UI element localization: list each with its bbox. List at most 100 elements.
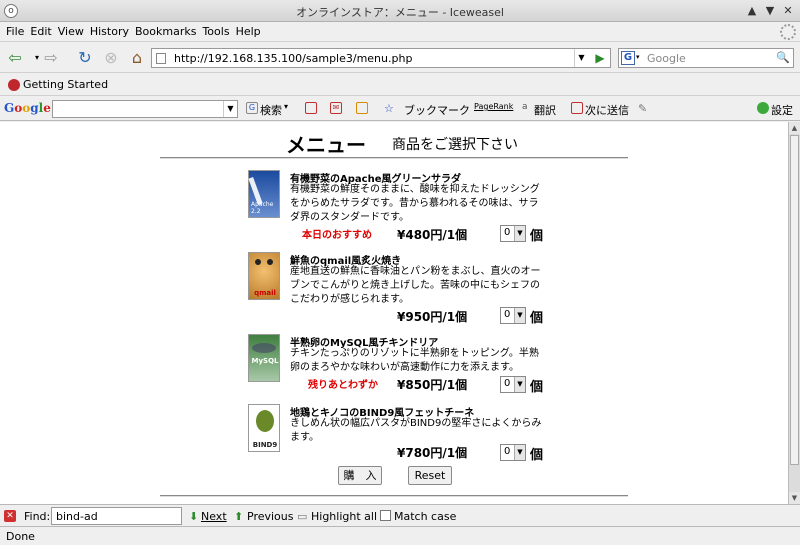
find-next-button[interactable]: Next xyxy=(201,510,227,523)
reset-button[interactable]: Reset xyxy=(408,466,452,485)
item-price: ¥780円/1個 xyxy=(397,446,468,460)
page-content: メニュー 商品をご選択下さい Apache 2.2 有機野菜のApache風グリ… xyxy=(0,122,788,504)
menu-bar: File Edit View History Bookmarks Tools Help xyxy=(0,22,800,42)
chevron-down-icon: ▼ xyxy=(514,445,525,460)
translate-icon: a xyxy=(522,102,528,112)
minimize-button[interactable]: ▲ xyxy=(744,3,760,19)
highlight-all-button[interactable]: Highlight all xyxy=(311,510,377,523)
item-description: 産地直送の鮮魚に香味油とパン粉をまぶし、直火のオーブンでこんがりと焼き上げした。… xyxy=(290,266,541,305)
quantity-select[interactable]: 0 ▼ xyxy=(500,307,526,324)
menu-item: Apache 2.2 有機野菜のApache風グリーンサラダ 有機野菜の鮮度その… xyxy=(0,170,788,250)
search-engine-icon[interactable]: G xyxy=(621,51,635,65)
mysql-logo-icon: MySQL xyxy=(248,334,280,382)
page-title: メニュー xyxy=(286,133,366,157)
news-icon[interactable] xyxy=(305,102,317,114)
google-logo[interactable]: Google xyxy=(4,101,51,115)
bookmark-star-icon[interactable]: ☆ xyxy=(384,102,394,115)
item-price: ¥950円/1個 xyxy=(397,310,468,324)
google-bookmarks-button[interactable]: ブックマーク xyxy=(404,102,470,118)
bind9-logo-icon: BIND9 xyxy=(248,404,280,452)
navigation-toolbar: ⇦ ▾ ⇨ ↻ ⊗ ⌂ http://192.168.135.100/sampl… xyxy=(0,43,800,73)
down-arrow-icon[interactable]: ⬇ xyxy=(189,510,198,523)
vertical-scrollbar[interactable]: ▲ ▼ xyxy=(788,122,800,504)
google-toolbar: Google ▼ G 検索 ▾ ✉ ☆ ブックマーク PageRank a 翻訳… xyxy=(0,97,800,121)
translate-button[interactable]: 翻訳 xyxy=(534,102,556,118)
send-to-button[interactable]: 次に送信 xyxy=(585,102,629,118)
page-favicon-icon xyxy=(156,53,166,64)
popup-blocker-icon[interactable]: ✉ xyxy=(330,102,342,114)
send-to-icon[interactable] xyxy=(571,102,583,114)
stop-icon[interactable]: ⊗ xyxy=(100,48,122,68)
apache-logo-icon: Apache 2.2 xyxy=(248,170,280,218)
bookmark-getting-started[interactable]: Getting Started xyxy=(23,78,108,91)
scroll-down-icon[interactable]: ▼ xyxy=(789,492,800,504)
scrollbar-thumb[interactable] xyxy=(790,135,799,465)
pagerank-indicator[interactable]: PageRank xyxy=(474,102,513,111)
google-search-icon[interactable]: G xyxy=(246,102,258,114)
page-subtitle: 商品をご選択下さい xyxy=(392,137,518,153)
chevron-down-icon: ▼ xyxy=(514,226,525,241)
status-bar: Done xyxy=(0,526,800,545)
menu-help[interactable]: Help xyxy=(236,25,261,38)
bottom-divider xyxy=(160,495,628,497)
pencil-icon[interactable]: ✎ xyxy=(638,102,647,115)
bookmarks-toolbar: Getting Started xyxy=(0,74,800,96)
highlight-icon[interactable]: ▭ xyxy=(297,510,307,523)
autofill-icon[interactable] xyxy=(356,102,368,114)
find-previous-button[interactable]: Previous xyxy=(247,510,294,523)
getting-started-icon xyxy=(8,79,20,91)
up-arrow-icon[interactable]: ⬆ xyxy=(234,510,243,523)
menu-history[interactable]: History xyxy=(90,25,129,38)
chevron-down-icon: ▼ xyxy=(514,308,525,323)
url-dropdown-icon[interactable]: ▼ xyxy=(574,49,588,67)
status-text: Done xyxy=(6,530,35,543)
search-engine-dropdown-icon[interactable]: ▾ xyxy=(636,53,640,61)
menu-tools[interactable]: Tools xyxy=(202,25,229,38)
find-bar: ✕ Find: bind-ad ⬇ Next ⬆ Previous ▭ High… xyxy=(0,504,800,526)
window-titlebar: o オンラインストア：メニュー - Iceweasel ▲ ▼ ✕ xyxy=(0,0,800,22)
menu-bookmarks[interactable]: Bookmarks xyxy=(135,25,196,38)
chevron-down-icon: ▼ xyxy=(514,377,525,392)
item-unit: 個 xyxy=(530,380,544,395)
url-text[interactable]: http://192.168.135.100/sample3/menu.php xyxy=(174,52,412,65)
search-dropdown-icon[interactable]: ▾ xyxy=(284,102,288,111)
go-arrow-icon[interactable]: ▶ xyxy=(592,50,608,66)
find-input[interactable]: bind-ad xyxy=(51,507,182,525)
window-title: オンラインストア：メニュー - Iceweasel xyxy=(296,6,504,19)
menu-item: BIND9 地鶏とキノコのBIND9風フェットチーネ きしめん状の幅広パスタがB… xyxy=(0,404,788,484)
menu-file[interactable]: File xyxy=(6,25,24,38)
match-case-checkbox[interactable] xyxy=(380,510,391,521)
item-unit: 個 xyxy=(530,229,544,244)
menu-edit[interactable]: Edit xyxy=(30,25,51,38)
item-description: 有機野菜の鮮度そのままに、酸味を抑えたドレッシングをからめたサラダです。昔から慕… xyxy=(290,184,540,223)
reload-icon[interactable]: ↻ xyxy=(74,48,96,68)
close-findbar-icon[interactable]: ✕ xyxy=(4,510,16,522)
quantity-select[interactable]: 0 ▼ xyxy=(500,376,526,393)
google-search-button[interactable]: 検索 xyxy=(260,102,282,118)
menu-view[interactable]: View xyxy=(58,25,84,38)
scroll-up-icon[interactable]: ▲ xyxy=(789,122,800,134)
match-case-label[interactable]: Match case xyxy=(394,510,456,523)
item-description: チキンたっぷりのリゾットに半熟卵をトッピング。半熟卵のまろやかな味わいが高速動作… xyxy=(290,348,539,373)
forward-arrow-icon[interactable]: ⇨ xyxy=(40,48,62,68)
home-icon[interactable]: ⌂ xyxy=(126,48,148,68)
google-search-input[interactable]: ▼ xyxy=(52,100,238,118)
close-window-button[interactable]: ✕ xyxy=(780,3,796,19)
url-bar[interactable]: http://192.168.135.100/sample3/menu.php … xyxy=(151,48,611,68)
quantity-select[interactable]: 0 ▼ xyxy=(500,225,526,242)
recommend-badge: 本日のおすすめ xyxy=(302,230,372,241)
search-icon[interactable]: 🔍 xyxy=(776,51,790,64)
quantity-select[interactable]: 0 ▼ xyxy=(500,444,526,461)
back-arrow-icon[interactable]: ⇦ xyxy=(4,48,26,68)
search-box[interactable]: G ▾ Google 🔍 xyxy=(618,48,794,68)
menu-item: MySQL 半熟卵のMySQL風チキンドリア チキンたっぷりのリゾットに半熟卵を… xyxy=(0,334,788,414)
item-unit: 個 xyxy=(530,448,544,463)
google-history-dropdown-icon[interactable]: ▼ xyxy=(223,101,237,117)
qmail-logo-icon: qmail xyxy=(248,252,280,300)
maximize-button[interactable]: ▼ xyxy=(762,3,778,19)
settings-button[interactable]: 設定 xyxy=(771,102,793,118)
buy-button[interactable]: 購 入 xyxy=(338,466,382,485)
item-price: ¥480円/1個 xyxy=(397,228,468,242)
throbber-icon xyxy=(780,24,796,40)
item-price: ¥850円/1個 xyxy=(397,378,468,392)
